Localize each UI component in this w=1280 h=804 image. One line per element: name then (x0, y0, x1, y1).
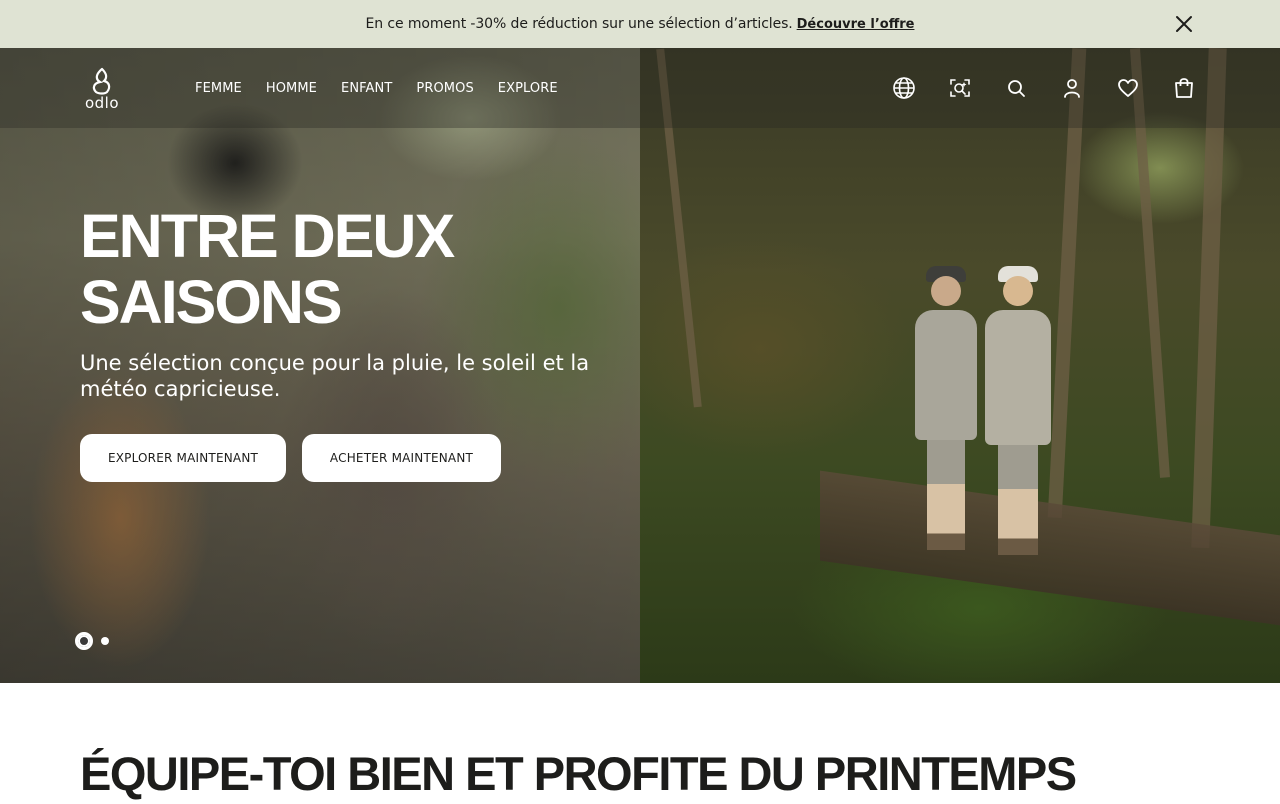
hero-subheadline: Une sélection conçue pour la pluie, le s… (80, 351, 590, 401)
legs (998, 445, 1038, 555)
visual-search-icon[interactable] (948, 76, 972, 100)
section-title: ÉQUIPE-TOI BIEN ET PROFITE DU PRINTEMPS (80, 747, 1077, 800)
hero-image-right (640, 48, 1280, 683)
promo-text: En ce moment -30% de réduction sur une s… (365, 16, 793, 32)
odlo-logo[interactable]: odlo (78, 66, 126, 112)
close-icon[interactable] (1172, 12, 1196, 36)
search-icon[interactable] (1004, 76, 1028, 100)
nav-item-femme[interactable]: FEMME (195, 81, 242, 96)
nav-item-enfant[interactable]: ENFANT (341, 81, 392, 96)
main-header: odlo FEMME HOMME ENFANT PROMOS EXPLORE (0, 48, 1280, 128)
hiker-figure-man (915, 266, 977, 550)
promo-offer-link[interactable]: Découvre l’offre (797, 17, 915, 32)
nav-item-homme[interactable]: HOMME (266, 81, 317, 96)
nav-item-explore[interactable]: EXPLORE (498, 81, 558, 96)
carousel-dot-2[interactable] (101, 637, 109, 645)
nav-item-promos[interactable]: PROMOS (416, 81, 473, 96)
hero-carousel: ENTRE DEUX SAISONS Une sélection conçue … (0, 48, 1280, 683)
header-icon-bar (892, 76, 1196, 100)
account-icon[interactable] (1060, 76, 1084, 100)
head (931, 276, 961, 306)
logo-wordmark: odlo (84, 94, 120, 112)
carousel-dot-1[interactable] (75, 632, 93, 650)
primary-nav: FEMME HOMME ENFANT PROMOS EXPLORE (195, 48, 558, 128)
hero-headline: ENTRE DEUX SAISONS (80, 203, 640, 335)
wishlist-heart-icon[interactable] (1116, 76, 1140, 100)
hiker-figure-woman (985, 266, 1051, 555)
buy-now-button[interactable]: ACHETER MAINTENANT (302, 434, 501, 482)
explore-now-button[interactable]: EXPLORER MAINTENANT (80, 434, 286, 482)
carousel-pagination (75, 632, 109, 650)
logo-mark-icon (92, 67, 111, 95)
globe-icon[interactable] (892, 76, 916, 100)
head (1003, 276, 1033, 306)
promo-banner: En ce moment -30% de réduction sur une s… (0, 0, 1280, 48)
hero-headline-line-1: ENTRE DEUX (80, 202, 455, 270)
hero-headline-line-2: SAISONS (80, 268, 343, 336)
legs (927, 440, 965, 550)
shopping-bag-icon[interactable] (1172, 76, 1196, 100)
